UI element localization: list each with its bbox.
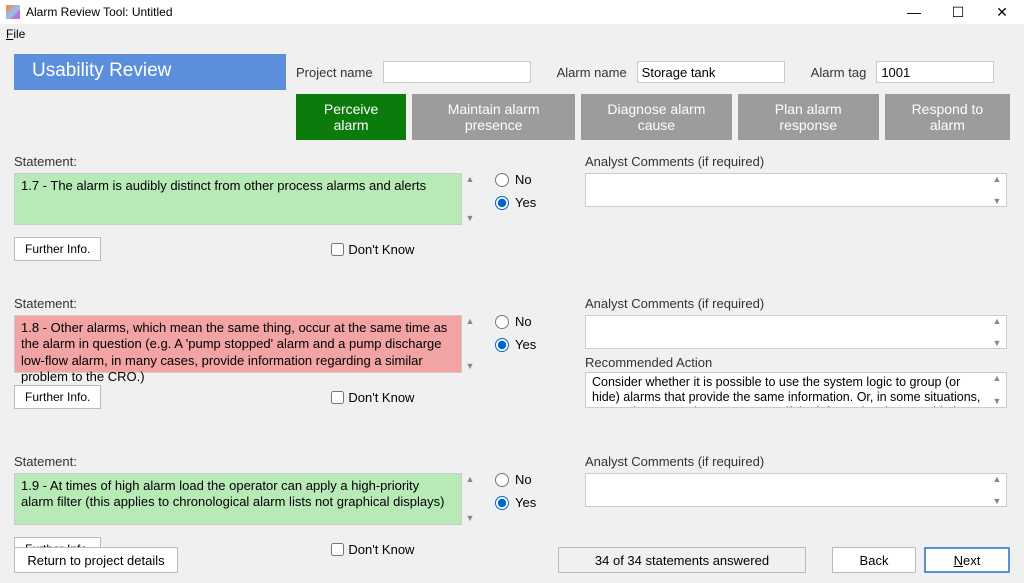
statement-text-2-content: 1.8 - Other alarms, which mean the same … bbox=[21, 320, 447, 384]
yes-label: Yes bbox=[515, 495, 536, 510]
statement-block-2: Statement: 1.8 - Other alarms, which mea… bbox=[14, 296, 1010, 434]
footer: Return to project details 34 of 34 state… bbox=[14, 547, 1010, 573]
further-info-button-2[interactable]: Further Info. bbox=[14, 385, 101, 409]
no-label: No bbox=[515, 314, 532, 329]
analyst-comments-label: Analyst Comments (if required) bbox=[585, 454, 1009, 469]
comments-col-1: Analyst Comments (if required) ▲▼ bbox=[585, 154, 1009, 207]
menu-file[interactable]: File bbox=[6, 27, 25, 41]
dont-know-label: Don't Know bbox=[348, 242, 414, 257]
radio-yes-3[interactable] bbox=[495, 496, 509, 510]
statement-text-3: 1.9 - At times of high alarm load the op… bbox=[14, 473, 462, 525]
alarm-name-label: Alarm name bbox=[557, 65, 627, 80]
analyst-comments-input-3[interactable]: ▲▼ bbox=[585, 473, 1007, 507]
radio-no-2[interactable] bbox=[495, 315, 509, 329]
dont-know-label: Don't Know bbox=[348, 390, 414, 405]
analyst-comments-input-2[interactable]: ▲▼ bbox=[585, 315, 1007, 349]
window-controls: — ☐ ✕ bbox=[892, 0, 1024, 24]
analyst-comments-input-1[interactable]: ▲▼ bbox=[585, 173, 1007, 207]
titlebar: Alarm Review Tool: Untitled — ☐ ✕ bbox=[0, 0, 1024, 24]
dont-know-checkbox-2[interactable] bbox=[331, 391, 344, 404]
radio-no-3[interactable] bbox=[495, 473, 509, 487]
project-name-label: Project name bbox=[296, 65, 373, 80]
recommended-action-text-2: Consider whether it is possible to use t… bbox=[592, 375, 980, 408]
radio-yes-2[interactable] bbox=[495, 338, 509, 352]
return-button[interactable]: Return to project details bbox=[14, 547, 178, 573]
no-label: No bbox=[515, 472, 532, 487]
close-button[interactable]: ✕ bbox=[980, 0, 1024, 24]
tab-diagnose[interactable]: Diagnose alarm cause bbox=[581, 94, 732, 140]
content-area: Usability Review Project name Alarm name… bbox=[0, 44, 1024, 576]
header-row: Usability Review Project name Alarm name… bbox=[14, 54, 1010, 90]
radio-no-1[interactable] bbox=[495, 173, 509, 187]
analyst-comments-label: Analyst Comments (if required) bbox=[585, 154, 1009, 169]
recommended-action-label: Recommended Action bbox=[585, 355, 1009, 370]
no-label: No bbox=[515, 172, 532, 187]
further-info-button-1[interactable]: Further Info. bbox=[14, 237, 101, 261]
menubar: File bbox=[0, 24, 1024, 44]
statement-label: Statement: bbox=[14, 454, 463, 469]
tab-perceive[interactable]: Perceive alarm bbox=[296, 94, 406, 140]
comments-col-2: Analyst Comments (if required) ▲▼ Recomm… bbox=[585, 296, 1009, 408]
statement-text-1: 1.7 - The alarm is audibly distinct from… bbox=[14, 173, 462, 225]
statement-text-3-content: 1.9 - At times of high alarm load the op… bbox=[21, 478, 444, 509]
project-name-input[interactable] bbox=[383, 61, 531, 83]
scroll-arrows[interactable]: ▲▼ bbox=[463, 474, 477, 524]
alarm-tag-input[interactable] bbox=[876, 61, 994, 83]
usability-banner: Usability Review bbox=[14, 54, 286, 90]
statement-text-1-content: 1.7 - The alarm is audibly distinct from… bbox=[21, 178, 426, 193]
status-box: 34 of 34 statements answered bbox=[558, 547, 806, 573]
window-title: Alarm Review Tool: Untitled bbox=[26, 5, 173, 19]
tab-maintain[interactable]: Maintain alarm presence bbox=[412, 94, 575, 140]
scroll-arrows[interactable]: ▲▼ bbox=[463, 174, 477, 224]
statement-block-1: Statement: 1.7 - The alarm is audibly di… bbox=[14, 154, 1010, 276]
radio-group-2: No Yes bbox=[495, 314, 536, 360]
tabs-row: Perceive alarm Maintain alarm presence D… bbox=[296, 94, 1010, 140]
scroll-arrows[interactable]: ▲▼ bbox=[463, 316, 477, 372]
statement-label: Statement: bbox=[14, 296, 463, 311]
app-icon bbox=[6, 5, 20, 19]
next-button[interactable]: Next bbox=[924, 547, 1010, 573]
dont-know-1[interactable]: Don't Know bbox=[331, 242, 414, 257]
tab-plan[interactable]: Plan alarm response bbox=[738, 94, 879, 140]
radio-yes-1[interactable] bbox=[495, 196, 509, 210]
statement-text-2: 1.8 - Other alarms, which mean the same … bbox=[14, 315, 462, 373]
tab-respond[interactable]: Respond to alarm bbox=[885, 94, 1010, 140]
maximize-button[interactable]: ☐ bbox=[936, 0, 980, 24]
statement-label: Statement: bbox=[14, 154, 463, 169]
comments-col-3: Analyst Comments (if required) ▲▼ bbox=[585, 454, 1009, 507]
recommended-action-box-2[interactable]: Consider whether it is possible to use t… bbox=[585, 372, 1007, 408]
radio-group-3: No Yes bbox=[495, 472, 536, 518]
yes-label: Yes bbox=[515, 337, 536, 352]
dont-know-checkbox-1[interactable] bbox=[331, 243, 344, 256]
radio-group-1: No Yes bbox=[495, 172, 536, 218]
back-button[interactable]: Back bbox=[832, 547, 916, 573]
yes-label: Yes bbox=[515, 195, 536, 210]
alarm-name-input[interactable] bbox=[637, 61, 785, 83]
analyst-comments-label: Analyst Comments (if required) bbox=[585, 296, 1009, 311]
dont-know-2[interactable]: Don't Know bbox=[331, 390, 414, 405]
alarm-tag-label: Alarm tag bbox=[811, 65, 867, 80]
minimize-button[interactable]: — bbox=[892, 0, 936, 24]
